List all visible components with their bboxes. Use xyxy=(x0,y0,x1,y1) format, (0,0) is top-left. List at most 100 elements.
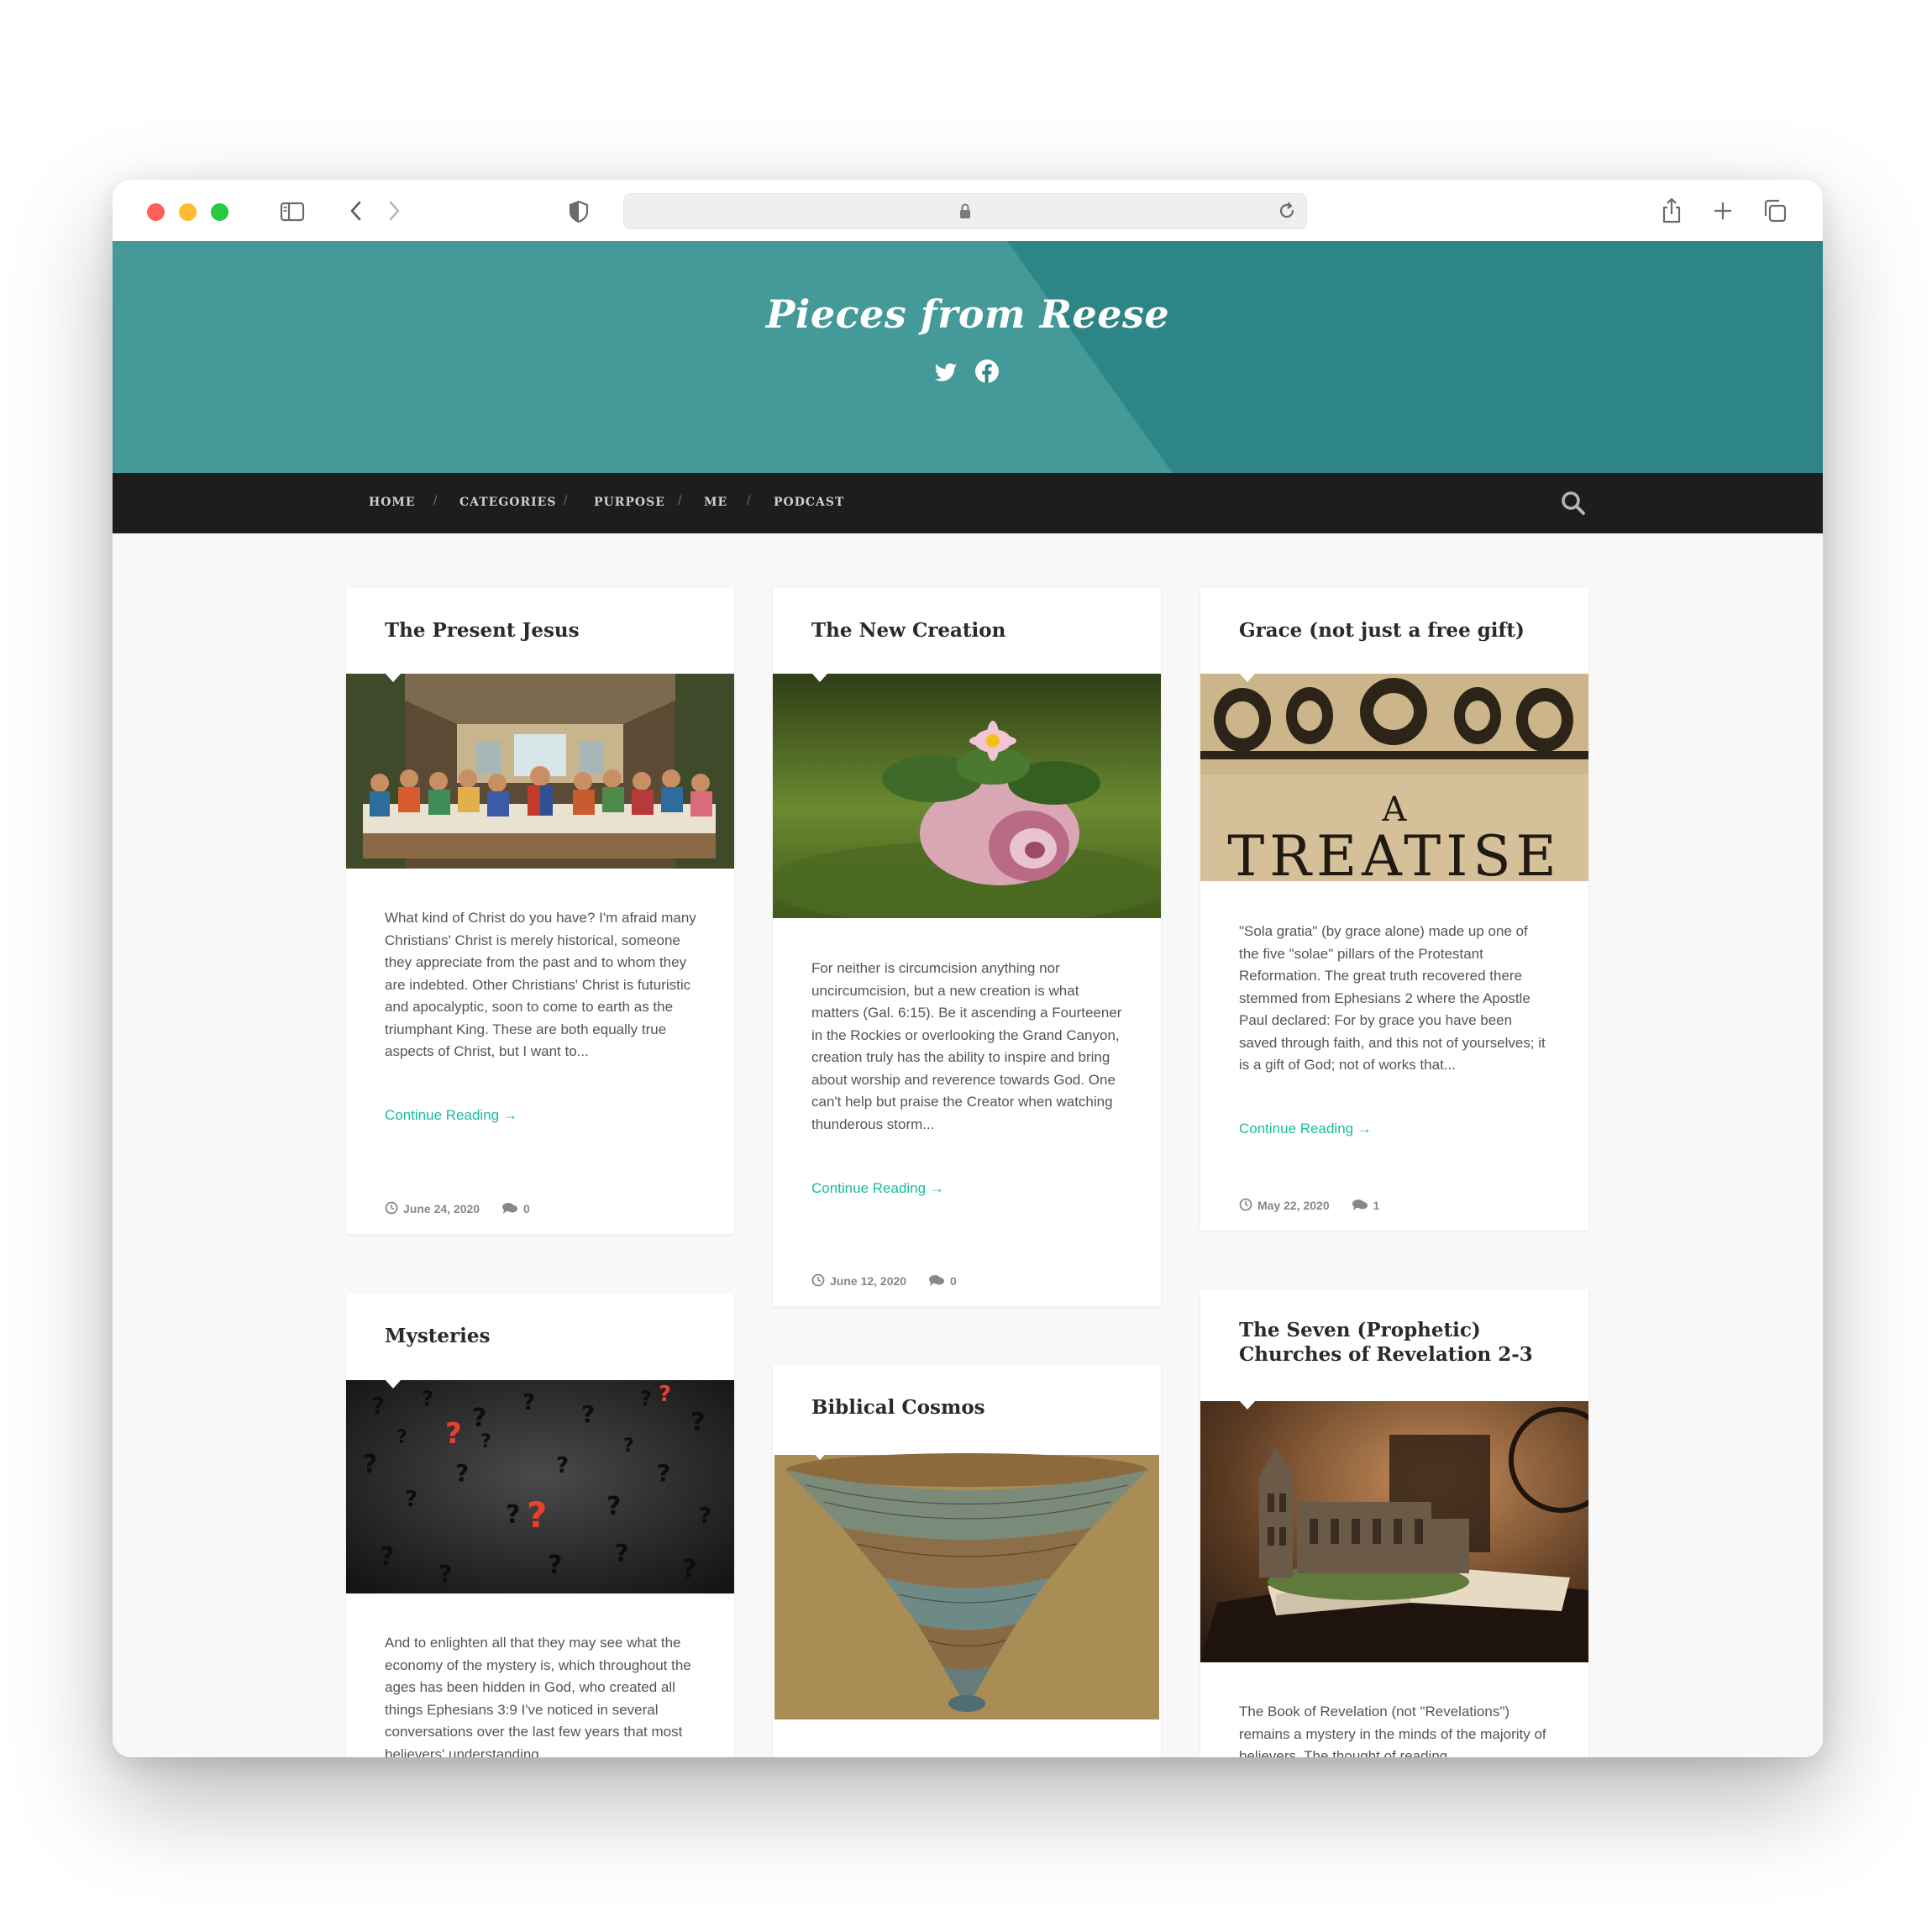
back-chevron-icon[interactable] xyxy=(348,196,365,226)
continue-reading-link[interactable]: Continue Reading → xyxy=(811,1180,944,1197)
post-card: The New Creation For neither is circumci… xyxy=(773,588,1161,1306)
image-notch xyxy=(385,1380,402,1389)
svg-text:?: ? xyxy=(422,1387,433,1410)
continue-reading-link[interactable]: Continue Reading → xyxy=(1239,1121,1372,1137)
post-thumbnail[interactable] xyxy=(773,674,1161,918)
post-excerpt: "Sola gratia" (by grace alone) made up o… xyxy=(1239,923,1546,1073)
post-title[interactable]: The New Creation xyxy=(811,618,1131,643)
post-card: The Present Jesus What kind of Christ do… xyxy=(346,588,734,1234)
post-thumbnail[interactable] xyxy=(773,1452,1161,1723)
post-title[interactable]: Mysteries xyxy=(385,1324,704,1348)
image-text-treatise: TREATISE xyxy=(1227,824,1561,881)
svg-text:?: ? xyxy=(581,1400,595,1428)
new-tab-plus-icon[interactable] xyxy=(1712,196,1734,226)
svg-text:?: ? xyxy=(682,1555,696,1584)
comment-count[interactable]: 1 xyxy=(1373,1199,1380,1212)
post-excerpt: And to enlighten all that they may see w… xyxy=(385,1635,691,1757)
privacy-shield-icon[interactable] xyxy=(568,196,590,226)
zoom-window-button[interactable] xyxy=(211,203,228,221)
svg-text:?: ? xyxy=(506,1500,520,1530)
image-notch xyxy=(1239,674,1256,682)
post-card: Grace (not just a free gift) A TREATISE … xyxy=(1200,588,1588,1231)
post-excerpt: For neither is circumcision anything nor… xyxy=(811,960,1122,1132)
post-excerpt: The Book of Revelation (not "Revelations… xyxy=(1239,1704,1546,1757)
minimize-window-button[interactable] xyxy=(179,203,197,221)
svg-text:?: ? xyxy=(556,1453,569,1478)
post-date[interactable]: June 12, 2020 xyxy=(830,1274,906,1288)
image-notch xyxy=(811,1452,828,1460)
address-bar[interactable] xyxy=(623,193,1307,229)
clock-icon xyxy=(1239,1198,1252,1214)
comment-count[interactable]: 0 xyxy=(523,1202,530,1215)
clock-icon xyxy=(385,1201,398,1217)
post-title[interactable]: The Seven (Prophetic) Churches of Revela… xyxy=(1239,1318,1558,1367)
post-meta: June 12, 2020 0 xyxy=(811,1273,957,1289)
lock-icon xyxy=(958,202,972,223)
svg-text:?: ? xyxy=(363,1450,377,1479)
svg-text:?: ? xyxy=(640,1387,652,1410)
nav-item-me[interactable]: ME xyxy=(704,496,727,509)
tab-overview-icon[interactable] xyxy=(1762,196,1788,226)
clock-icon xyxy=(811,1273,825,1289)
svg-text:?: ? xyxy=(438,1560,452,1588)
nav-separator: / xyxy=(678,494,682,508)
site-header: Pieces from Reese xyxy=(113,241,1823,473)
site-title[interactable]: Pieces from Reese xyxy=(113,291,1823,337)
post-excerpt: What kind of Christ do you have? I'm afr… xyxy=(385,910,696,1059)
svg-text:?: ? xyxy=(396,1427,407,1448)
post-grid: The Present Jesus What kind of Christ do… xyxy=(113,533,1823,1757)
post-thumbnail[interactable]: ??? ??? ??? ??? ??? ??? ??? ?? ? ? ? xyxy=(346,1380,734,1593)
image-notch xyxy=(1239,1401,1256,1410)
post-title[interactable]: The Present Jesus xyxy=(385,618,704,643)
sidebar-toggle-icon[interactable] xyxy=(280,196,305,226)
svg-text:?: ? xyxy=(527,1494,547,1536)
nav-item-categories[interactable]: CATEGORIES xyxy=(459,496,556,509)
post-thumbnail[interactable]: A TREATISE xyxy=(1200,674,1588,881)
forward-chevron-icon[interactable] xyxy=(386,196,402,226)
comment-bubble-icon xyxy=(501,1201,518,1217)
share-icon[interactable] xyxy=(1660,196,1683,226)
nav-separator: / xyxy=(564,494,568,508)
post-date[interactable]: May 22, 2020 xyxy=(1257,1199,1330,1212)
svg-text:?: ? xyxy=(623,1436,634,1457)
post-meta: June 24, 2020 0 xyxy=(385,1201,530,1217)
search-icon[interactable] xyxy=(1560,490,1587,521)
main-navigation: HOME / CATEGORIES / PURPOSE / ME / PODCA… xyxy=(113,473,1823,533)
post-thumbnail[interactable] xyxy=(1200,1401,1588,1662)
nav-item-home[interactable]: HOME xyxy=(369,496,416,509)
post-card: Mysteries ??? ??? ??? ??? ??? ??? ??? ? … xyxy=(346,1294,734,1757)
comment-bubble-icon xyxy=(1352,1198,1368,1214)
post-title[interactable]: Grace (not just a free gift) xyxy=(1239,618,1558,643)
nav-separator: / xyxy=(433,494,438,508)
post-card: Biblical Cosmos xyxy=(773,1365,1161,1757)
post-title[interactable]: Biblical Cosmos xyxy=(811,1395,1131,1420)
post-card: The Seven (Prophetic) Churches of Revela… xyxy=(1200,1289,1588,1757)
svg-text:?: ? xyxy=(480,1431,491,1452)
nav-item-podcast[interactable]: PODCAST xyxy=(774,496,844,509)
svg-text:?: ? xyxy=(371,1392,385,1420)
twitter-icon[interactable] xyxy=(934,359,959,384)
continue-reading-link[interactable]: Continue Reading → xyxy=(385,1107,517,1124)
svg-text:?: ? xyxy=(405,1487,417,1512)
browser-window: Pieces from Reese HOME / CATEGORIES / PU… xyxy=(113,180,1823,1757)
svg-text:?: ? xyxy=(548,1551,562,1580)
comment-count[interactable]: 0 xyxy=(950,1274,957,1288)
post-thumbnail[interactable] xyxy=(346,674,734,869)
svg-text:?: ? xyxy=(472,1404,486,1433)
svg-text:?: ? xyxy=(522,1390,535,1415)
svg-text:?: ? xyxy=(659,1382,671,1407)
nav-item-purpose[interactable]: PURPOSE xyxy=(594,496,665,509)
svg-text:?: ? xyxy=(699,1504,711,1529)
svg-text:?: ? xyxy=(657,1459,670,1487)
post-meta: May 22, 2020 1 xyxy=(1239,1198,1379,1214)
svg-text:?: ? xyxy=(615,1539,628,1567)
post-date[interactable]: June 24, 2020 xyxy=(403,1202,480,1215)
close-window-button[interactable] xyxy=(147,203,165,221)
nav-separator: / xyxy=(747,494,751,508)
image-notch xyxy=(811,674,828,682)
image-notch xyxy=(385,674,402,682)
facebook-icon[interactable] xyxy=(974,359,1000,384)
browser-toolbar xyxy=(113,180,1823,242)
reload-icon[interactable] xyxy=(1277,201,1297,225)
comment-bubble-icon xyxy=(928,1273,945,1289)
